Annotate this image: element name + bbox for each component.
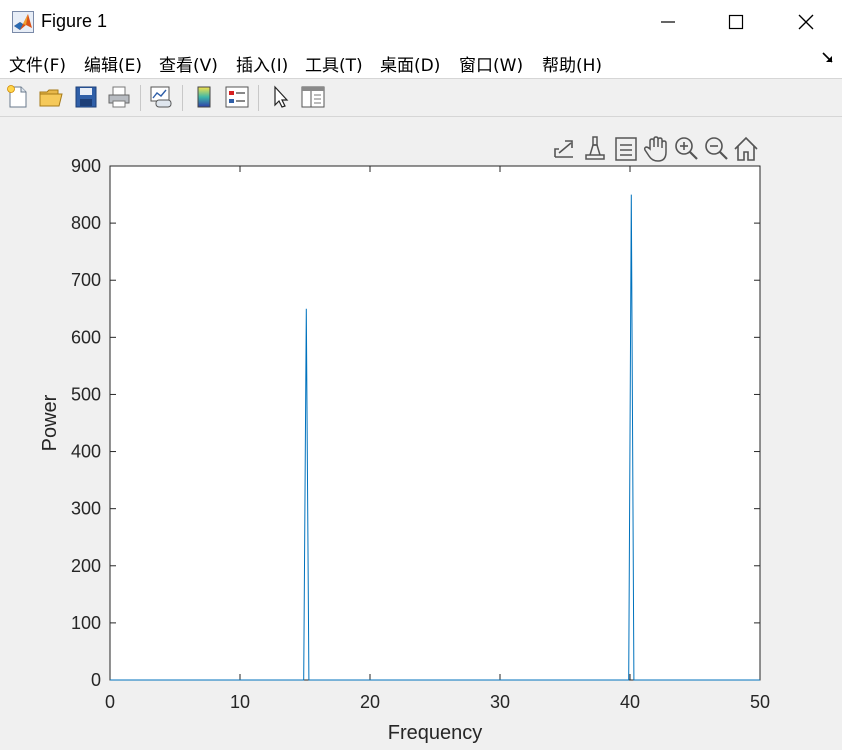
plot-canvas: 0 10 20 30 40 500100200300400500600700800900 … (39, 156, 770, 744)
menu-view[interactable]: 查看(V) (159, 51, 218, 76)
maximize-icon (728, 14, 744, 30)
y-tick-label: 800 (71, 213, 101, 233)
toolbar-separator (258, 85, 259, 111)
print-icon[interactable] (106, 84, 132, 110)
axes-background[interactable] (109, 165, 761, 681)
x-tick-label: 30 (490, 692, 510, 712)
minimize-button[interactable] (638, 0, 698, 44)
dock-arrow-icon[interactable] (822, 52, 834, 64)
y-tick-label: 400 (71, 442, 101, 462)
menu-help[interactable]: 帮助(H) (542, 51, 602, 76)
x-tick-label: 10 (230, 692, 250, 712)
x-tick-label: 0 (105, 692, 115, 712)
y-axis-label: Power (39, 394, 61, 451)
matlab-logo-icon (12, 11, 34, 33)
x-axis-label: Frequency (388, 722, 483, 744)
edit-plot-icon[interactable] (267, 84, 293, 110)
property-inspector-icon[interactable] (300, 84, 326, 110)
link-plot-icon[interactable] (148, 84, 174, 110)
save-icon[interactable] (73, 84, 99, 110)
menu-bar: 文件(F) 编辑(E) 查看(V) 插入(I) 工具(T) 桌面(D) 窗口(W… (0, 44, 842, 79)
y-tick-label: 700 (71, 270, 101, 290)
x-tick-label: 40 (620, 692, 640, 712)
menu-desktop[interactable]: 桌面(D) (380, 51, 440, 76)
toolbar-separator (140, 85, 141, 111)
y-tick-label: 0 (91, 670, 101, 690)
title-bar: Figure 1 (0, 0, 842, 44)
y-tick-label: 600 (71, 327, 101, 347)
figure-toolbar (0, 79, 842, 117)
open-file-icon[interactable] (38, 84, 64, 110)
menu-edit[interactable]: 编辑(E) (84, 51, 142, 76)
y-tick-label: 100 (71, 613, 101, 633)
figure-canvas: 0 10 20 30 40 50 0 100 200 300 400 500 600 700 800 900 … (0, 117, 842, 750)
close-icon (798, 14, 814, 30)
menu-file[interactable]: 文件(F) (9, 51, 66, 76)
minimize-icon (661, 21, 675, 23)
y-tick-label: 300 (71, 499, 101, 519)
close-button[interactable] (776, 0, 836, 44)
menu-tools[interactable]: 工具(T) (305, 51, 363, 76)
menu-insert[interactable]: 插入(I) (236, 51, 288, 76)
maximize-button[interactable] (706, 0, 766, 44)
y-tick-label: 200 (71, 556, 101, 576)
y-tick-label: 900 (71, 156, 101, 176)
window-title: Figure 1 (41, 11, 108, 31)
menu-window[interactable]: 窗口(W) (459, 51, 523, 76)
x-tick-label: 20 (360, 692, 380, 712)
insert-colorbar-icon[interactable] (191, 84, 217, 110)
new-figure-icon[interactable] (5, 84, 31, 110)
x-tick-label: 50 (750, 692, 770, 712)
insert-legend-icon[interactable] (224, 84, 250, 110)
y-tick-label: 500 (71, 384, 101, 404)
toolbar-separator (182, 85, 183, 111)
